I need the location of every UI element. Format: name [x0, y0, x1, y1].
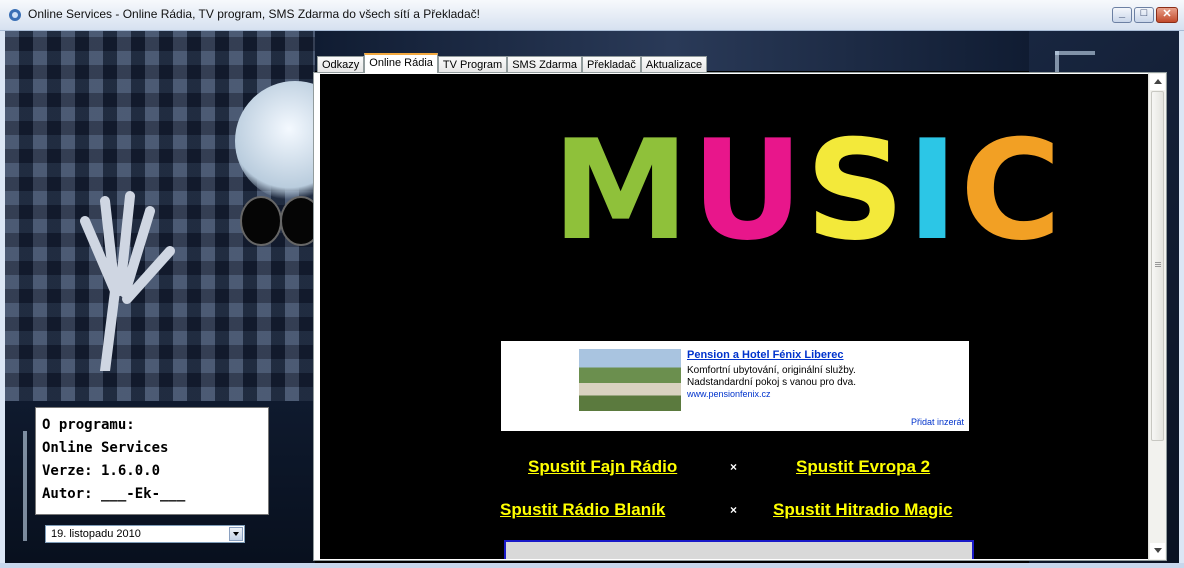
logo-letter: U — [691, 110, 803, 271]
tab-aktualizace[interactable]: Aktualizace — [640, 56, 708, 73]
logo-letter: M — [552, 110, 689, 271]
separator-icon: × — [730, 460, 738, 474]
chevron-down-icon[interactable] — [229, 527, 243, 541]
tab-online-radia[interactable]: Online Rádia — [364, 53, 438, 73]
grip-icon — [1155, 262, 1161, 263]
app-icon — [9, 9, 21, 21]
app-version: Verze: 1.6.0.0 — [42, 463, 161, 479]
window-title: Online Services - Online Rádia, TV progr… — [28, 7, 480, 21]
ad-text-line: Nadstandardní pokoj s vanou pro dva. — [687, 377, 856, 388]
minimize-button[interactable]: _ — [1112, 7, 1132, 23]
ad-text-line: Komfortní ubytování, originální služby. — [687, 365, 856, 376]
date-value: 19. listopadu 2010 — [51, 528, 141, 540]
play-hitradio-magic-link[interactable]: Spustit Hitradio Magic — [773, 500, 952, 520]
decorative-line — [1055, 51, 1095, 55]
about-panel: O programu: Online Services Verze: 1.6.0… — [35, 407, 269, 515]
close-icon: ✕ — [1162, 8, 1172, 20]
tab-odkazy[interactable]: Odkazy — [317, 56, 365, 73]
tab-sms-zdarma[interactable]: SMS Zdarma — [507, 56, 582, 73]
play-evropa2-link[interactable]: Spustit Evropa 2 — [796, 457, 930, 477]
bottom-banner[interactable] — [504, 540, 974, 559]
ad-banner[interactable]: Pension a Hotel Fénix Liberec Komfortní … — [501, 341, 969, 431]
logo-letter: S — [805, 110, 904, 271]
about-heading: O programu: — [42, 417, 135, 433]
maximize-button[interactable]: □ — [1134, 7, 1154, 23]
logo-letter: I — [906, 110, 958, 271]
hand-art — [80, 191, 175, 371]
hotel-photo[interactable] — [579, 349, 681, 411]
sunglasses-art — [240, 196, 322, 246]
tab-prekladac[interactable]: Překladač — [581, 56, 641, 73]
ad-url-link[interactable]: www.pensionfenix.cz — [687, 389, 771, 399]
app-author: Autor: ___-Ek-___ — [42, 486, 186, 502]
ad-title-link[interactable]: Pension a Hotel Fénix Liberec — [687, 349, 844, 361]
add-ad-link[interactable]: Přidat inzerát — [911, 417, 964, 427]
music-logo: M U S I C — [552, 110, 1061, 271]
play-radio-blanik-link[interactable]: Spustit Rádio Blaník — [500, 500, 665, 520]
client-area: O programu: Online Services Verze: 1.6.0… — [5, 31, 1179, 563]
title-bar: Online Services - Online Rádia, TV progr… — [0, 0, 1184, 31]
tab-tv-program[interactable]: TV Program — [437, 56, 508, 73]
minimize-icon: _ — [1118, 7, 1126, 19]
app-name: Online Services — [42, 440, 169, 456]
scroll-down-button[interactable] — [1150, 543, 1165, 559]
web-view[interactable]: M U S I C Pension a Hotel Fénix Liberec … — [320, 74, 1149, 559]
date-picker[interactable]: 19. listopadu 2010 — [45, 525, 245, 543]
decorative-line — [23, 431, 27, 541]
logo-letter: C — [960, 110, 1061, 271]
close-button[interactable]: ✕ — [1156, 7, 1178, 23]
separator-icon: × — [730, 503, 738, 517]
maximize-icon: □ — [1140, 7, 1148, 19]
tab-bar: Odkazy Online Rádia TV Program SMS Zdarm… — [317, 53, 708, 73]
tab-panel: M U S I C Pension a Hotel Fénix Liberec … — [313, 72, 1167, 561]
play-fajn-radio-link[interactable]: Spustit Fajn Rádio — [528, 457, 677, 477]
scroll-up-button[interactable] — [1150, 74, 1165, 90]
vertical-scrollbar[interactable] — [1148, 73, 1166, 560]
scroll-thumb[interactable] — [1151, 91, 1164, 441]
window-frame-bottom — [0, 563, 1184, 568]
